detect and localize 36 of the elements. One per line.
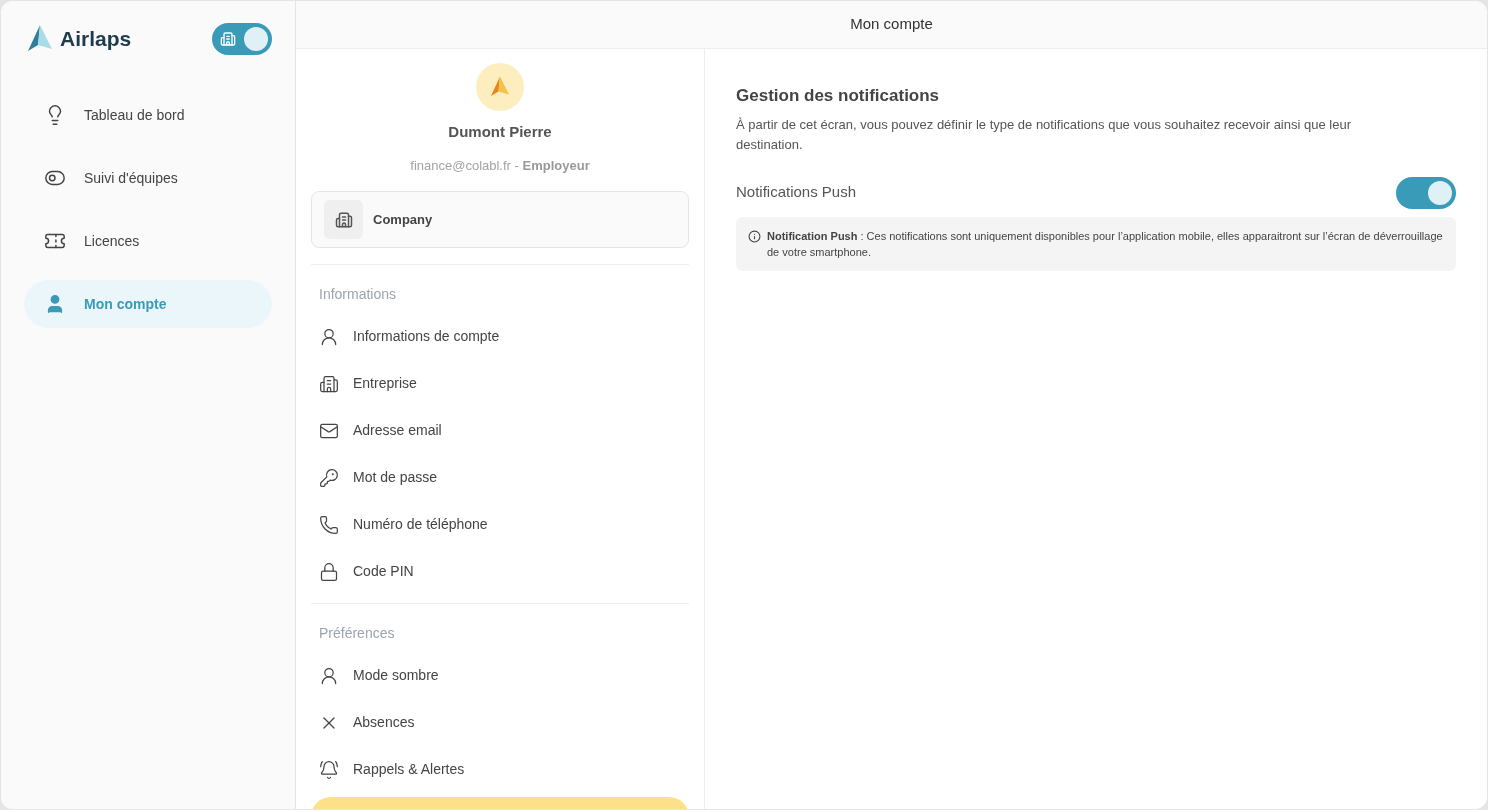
bell-icon — [319, 759, 339, 780]
toggle-switch[interactable] — [212, 23, 272, 55]
sidebar-item[interactable]: Tableau de bord — [24, 91, 272, 139]
profile-name: Dumont Pierre — [448, 122, 552, 142]
menu-item[interactable]: Informations de compte — [311, 313, 689, 360]
key-icon — [319, 467, 339, 488]
menu-item[interactable]: Mode sombre — [311, 652, 689, 699]
user-icon — [319, 665, 339, 686]
menu-item[interactable]: Absences — [311, 699, 689, 746]
menu-item[interactable]: Code PIN — [311, 548, 689, 595]
building-icon — [324, 200, 363, 239]
section-heading: Gestion des notifications — [736, 85, 941, 107]
menu-item[interactable]: Numéro de téléphone — [311, 501, 689, 548]
info-icon — [748, 229, 761, 243]
phone-icon — [319, 514, 339, 535]
company-card[interactable]: Company — [311, 191, 689, 248]
page-title: Mon compte — [850, 14, 933, 35]
section-title: Préférences — [318, 624, 396, 643]
sidebar-item[interactable]: Suivi d'équipes — [24, 154, 272, 202]
menu-item[interactable]: Adresse email — [311, 407, 689, 454]
building-icon — [319, 373, 339, 394]
setting-label: Notifications Push — [736, 182, 857, 203]
logo-icon — [488, 75, 512, 99]
menu-item[interactable]: Rappels & Alertes — [311, 746, 689, 793]
description: À partir de cet écran, vous pouvez définir le type de notifications que vous souhaitez recevoir ainsi que leur destination. — [736, 115, 1352, 154]
building-icon — [220, 31, 236, 47]
brand-name: Airlaps — [60, 26, 132, 53]
user-icon — [319, 326, 339, 347]
lock-icon — [319, 561, 339, 582]
profile-email-role: finance@colabl.fr - Employeur — [410, 156, 590, 175]
info-text: Notification Push : Ces notifications sont uniquement disponibles pour l’application mobile, elles apparaitront sur l’écran de déverrouillage de votre smartphone. — [767, 228, 1444, 260]
toggle-switch[interactable] — [1396, 176, 1456, 209]
menu-item[interactable]: Entreprise — [311, 360, 689, 407]
menu-item[interactable]: Mot de passe — [311, 454, 689, 501]
section-title: Informations — [318, 285, 398, 304]
sidebar-item[interactable]: Licences — [24, 217, 272, 265]
